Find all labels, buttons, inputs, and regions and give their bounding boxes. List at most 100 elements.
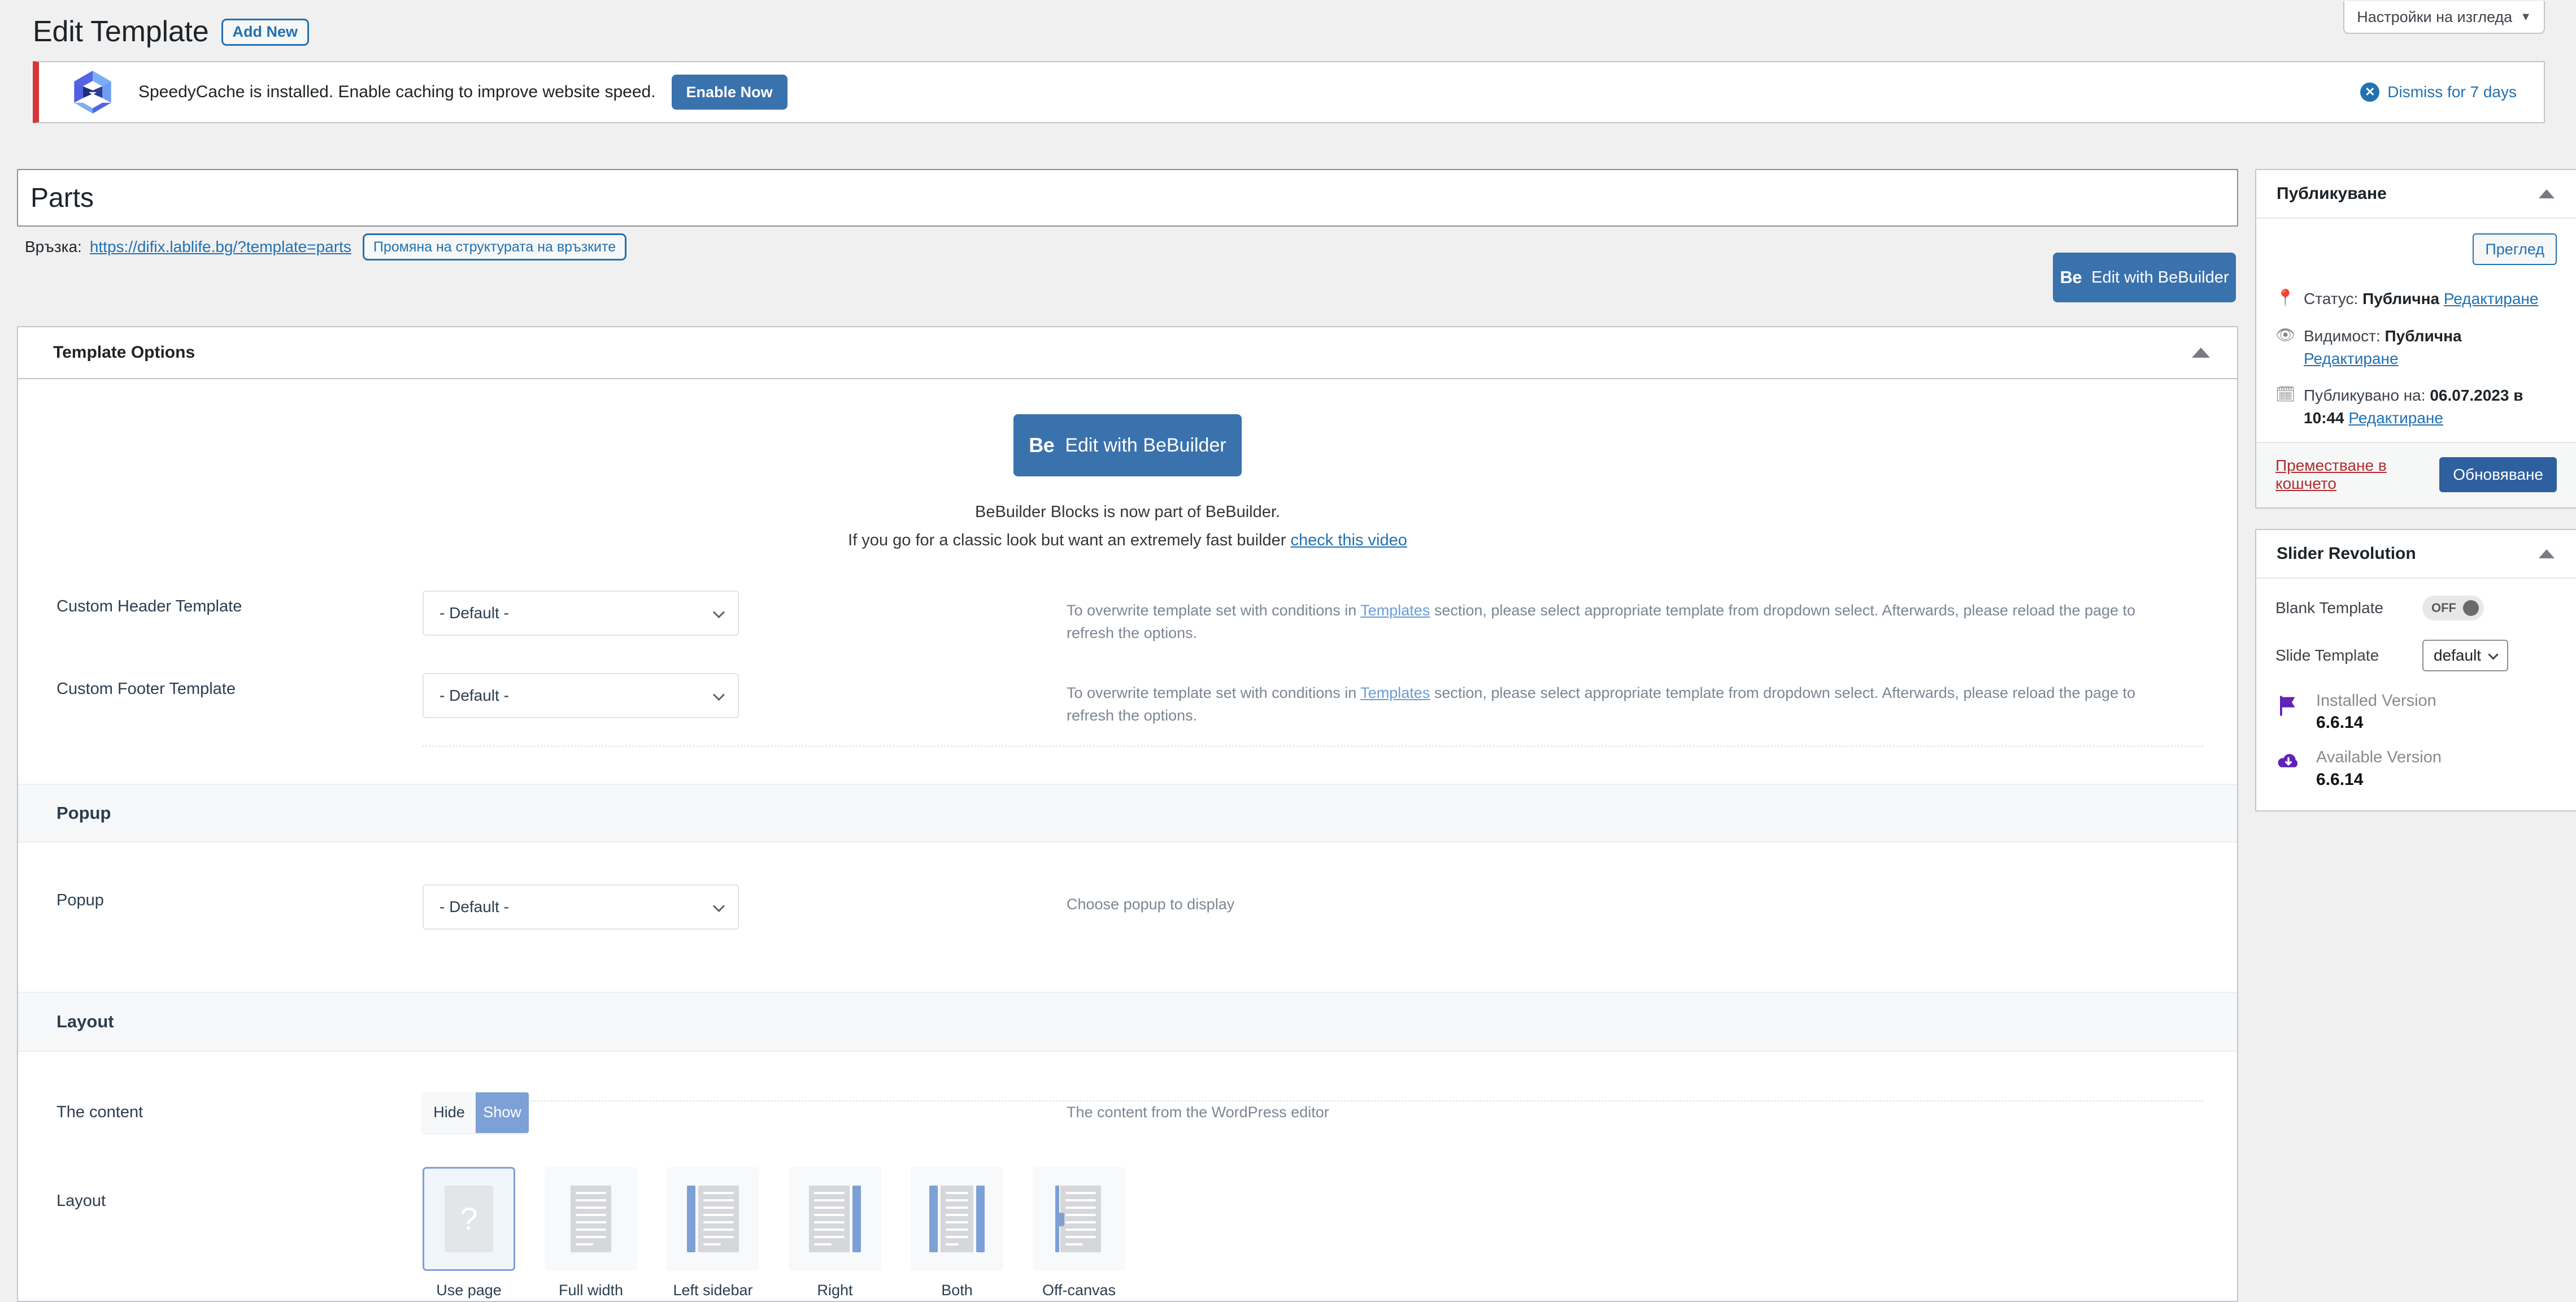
chevron-down-icon [2488, 649, 2499, 660]
the-content-show-option[interactable]: Show [476, 1092, 529, 1133]
custom-footer-template-label: Custom Footer Template [56, 679, 236, 698]
custom-footer-template-value: - Default - [440, 686, 509, 704]
publish-box-footer: Преместване в кошчето Обновяване [2256, 441, 2576, 507]
chevron-up-icon[interactable] [2192, 348, 2210, 358]
layout-option-left-sidebar[interactable]: Left sidebar [667, 1166, 759, 1299]
publish-box-title: Публикуване [2277, 184, 2387, 203]
pin-icon: 📍 [2275, 289, 2295, 306]
template-title-input[interactable] [17, 169, 2238, 227]
layout-thumb-full-width[interactable] [545, 1166, 637, 1271]
bebuilder-mark-icon: Be [2060, 267, 2082, 287]
eye-icon: 👁 [2275, 326, 2296, 344]
template-options-title: Template Options [53, 343, 195, 362]
installed-version-value: 6.6.14 [2316, 713, 2364, 732]
update-button[interactable]: Обновяване [2439, 457, 2557, 492]
the-content-hide-option[interactable]: Hide [423, 1092, 476, 1133]
blank-template-row: Blank Template OFF [2275, 595, 2557, 620]
promo-line-2: If you go for a classic look but want an… [18, 531, 2237, 550]
layout-option-off-canvas[interactable]: Off-canvas [1033, 1166, 1125, 1299]
layout-option-label: Off-canvas [1042, 1281, 1116, 1299]
layout-thumb-use-page[interactable]: ? [423, 1166, 515, 1271]
templates-link[interactable]: Templates [1360, 684, 1430, 701]
desc-before: To overwrite template set with condition… [1067, 602, 1361, 619]
add-new-button[interactable]: Add New [221, 18, 310, 46]
status-label: Статус: [2304, 290, 2359, 307]
layout-option-label: Use page [436, 1281, 502, 1299]
layout-option-full-width[interactable]: Full width [545, 1166, 637, 1299]
available-version-label: Available Version [2316, 748, 2442, 766]
slide-template-row: Slide Template default [2275, 639, 2557, 671]
bebuilder-promo: Be Edit with BeBuilder BeBuilder Blocks … [18, 379, 2237, 550]
layout-option-use-page[interactable]: ? Use page [423, 1166, 515, 1299]
chevron-up-icon[interactable] [2539, 549, 2555, 558]
notice-message: SpeedyCache is installed. Enable caching… [138, 83, 656, 101]
popup-section-title: Popup [56, 802, 111, 823]
toggle-knob-icon [2463, 600, 2479, 616]
template-options-header: Template Options [18, 327, 2237, 379]
layout-option-label: Full width [558, 1281, 624, 1299]
layout-section-heading: Layout [18, 991, 2237, 1052]
edit-permalink-structure-button[interactable]: Промяна на структурата на връзките [362, 233, 627, 261]
status-edit-link[interactable]: Редактиране [2444, 290, 2539, 307]
blank-template-label: Blank Template [2275, 598, 2383, 617]
templates-link[interactable]: Templates [1360, 602, 1430, 619]
calendar-icon: 🗓 [2275, 385, 2296, 403]
move-to-trash-link[interactable]: Преместване в кошчето [2275, 457, 2439, 493]
right-sidebar-diagram-icon [809, 1185, 861, 1252]
visibility-line: 👁 Видимост: Публична Редактиране [2275, 310, 2557, 370]
question-mark-icon: ? [445, 1185, 493, 1252]
speedycache-logo-icon [74, 71, 111, 114]
check-this-video-link[interactable]: check this video [1291, 531, 1407, 549]
admin-top-bar: Edit Template Add New Настройки на изгле… [0, 0, 2576, 67]
layout-thumb-off-canvas[interactable] [1033, 1166, 1125, 1271]
chevron-down-icon [712, 688, 725, 701]
popup-select[interactable]: - Default - [423, 884, 739, 930]
chevron-down-icon [712, 900, 725, 912]
layout-thumb-right[interactable] [789, 1166, 881, 1271]
layout-thumb-both[interactable] [911, 1166, 1003, 1271]
edit-with-bebuilder-top-button[interactable]: Be Edit with BeBuilder [2053, 253, 2236, 302]
installed-version-row: Installed Version 6.6.14 [2275, 691, 2557, 735]
custom-footer-template-select[interactable]: - Default - [423, 672, 739, 718]
preview-button[interactable]: Преглед [2473, 233, 2557, 265]
slider-revolution-box: Slider Revolution Blank Template OFF Sli… [2255, 528, 2576, 812]
layout-option-label: Left sidebar [673, 1281, 753, 1299]
layout-option-both[interactable]: Both [911, 1166, 1003, 1299]
slide-template-select[interactable]: default [2422, 639, 2509, 671]
publish-box-header: Публикуване [2256, 170, 2576, 219]
permalink-url[interactable]: https://difix.lablife.bg/?template=parts [90, 238, 351, 256]
edit-with-bebuilder-button[interactable]: Be Edit with BeBuilder [1013, 414, 1242, 476]
custom-header-template-label: Custom Header Template [56, 597, 242, 616]
layout-option-right[interactable]: Right [789, 1166, 881, 1299]
layout-thumb-left-sidebar[interactable] [667, 1166, 759, 1271]
close-circle-icon: ✕ [2360, 83, 2380, 102]
permalink-label: Връзка: [25, 238, 82, 255]
edit-with-bebuilder-top-label: Edit with BeBuilder [2091, 268, 2229, 287]
row-divider [423, 745, 2203, 747]
slide-template-label: Slide Template [2275, 646, 2379, 664]
cloud-download-icon [2275, 747, 2303, 774]
template-options-body: Be Edit with BeBuilder BeBuilder Blocks … [18, 379, 2237, 1299]
blank-template-state: OFF [2431, 600, 2456, 615]
the-content-row: The content Hide Show The content from t… [18, 1092, 2237, 1133]
visibility-value: Публична [2384, 327, 2462, 345]
the-content-toggle-group: Hide Show [423, 1092, 529, 1133]
screen-options-toggle[interactable]: Настройки на изгледа ▼ [2343, 1, 2545, 34]
installed-version-label: Installed Version [2316, 691, 2436, 710]
enable-now-button[interactable]: Enable Now [671, 75, 787, 110]
blank-template-toggle[interactable]: OFF [2422, 595, 2484, 620]
available-version-row: Available Version 6.6.14 [2275, 747, 2557, 791]
bebuilder-mark-icon: Be [1029, 433, 1055, 457]
desc-before: To overwrite template set with condition… [1067, 684, 1361, 701]
visibility-edit-link[interactable]: Редактиране [2304, 350, 2399, 367]
dismiss-notice-link[interactable]: ✕ Dismiss for 7 days [2360, 83, 2517, 102]
off-canvas-diagram-icon [1055, 1185, 1101, 1252]
template-options-panel: Template Options Be Edit with BeBuilder … [17, 326, 2238, 1302]
custom-header-template-select[interactable]: - Default - [423, 591, 739, 636]
publish-box: Публикуване Преглед 📍 Статус: Публична Р… [2255, 169, 2576, 509]
layout-label: Layout [56, 1191, 106, 1210]
slider-revolution-body: Blank Template OFF Slide Template defaul… [2256, 579, 2576, 810]
publish-date-edit-link[interactable]: Редактиране [2348, 409, 2443, 427]
screen-options-label: Настройки на изгледа [2357, 8, 2513, 25]
chevron-up-icon[interactable] [2539, 189, 2555, 198]
